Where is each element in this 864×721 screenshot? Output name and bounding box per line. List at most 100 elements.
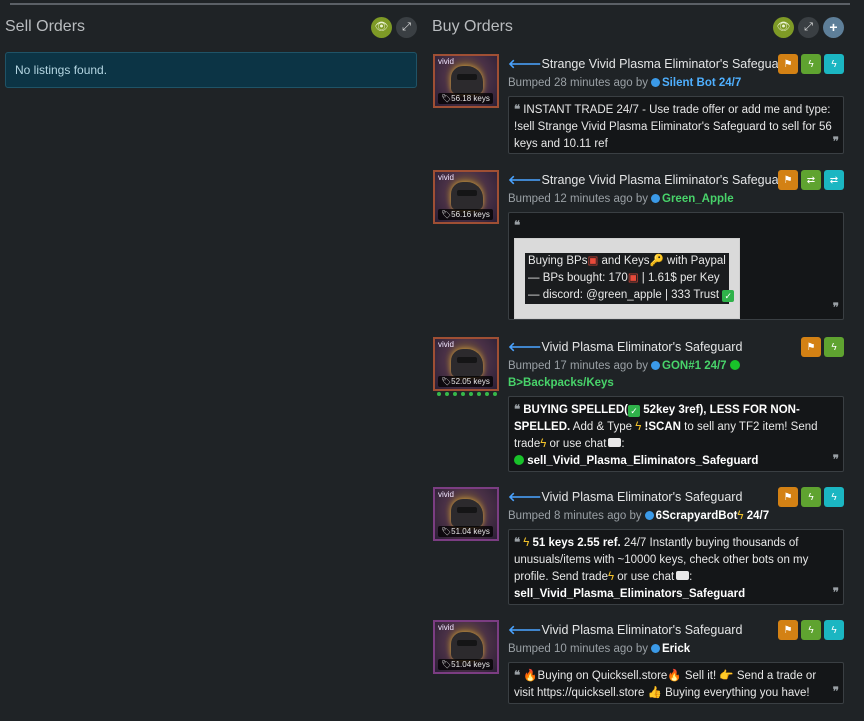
quote-open-icon: ❝ <box>514 104 521 116</box>
quote-close-icon: ❞ <box>832 454 839 466</box>
lightning-icon: ϟ <box>635 421 642 433</box>
user-status-icon <box>651 361 661 370</box>
user-link[interactable]: Erick <box>662 643 690 655</box>
eye-icon[interactable]: 👁 <box>371 16 392 38</box>
quote-open-icon: ❝ <box>514 220 521 232</box>
chat-icon <box>676 571 690 580</box>
helmet-icon <box>451 66 483 94</box>
price-tag: 🏷52.05 keys <box>438 376 493 387</box>
lightning-icon[interactable]: ϟ <box>824 54 844 74</box>
item-thumbnail[interactable]: vivid 🏷52.05 keys <box>433 337 499 391</box>
quality-label: vivid <box>438 57 455 66</box>
flag-icon[interactable]: ⚑ <box>801 337 821 357</box>
fire-icon: 🔥 <box>523 670 538 682</box>
bumped-info: Bumped 17 minutes ago by GON#1 24/7 <box>508 360 740 372</box>
add-icon[interactable]: + <box>823 16 844 38</box>
listing-description: ❝ INSTANT TRADE 24/7 - Use trade offer or… <box>508 96 844 154</box>
item-thumbnail[interactable]: vivid 🏷56.16 keys <box>433 170 499 224</box>
user-subtitle: B>Backpacks/Keys <box>508 377 614 389</box>
quality-label: vivid <box>438 490 455 499</box>
helmet-icon <box>451 349 483 377</box>
top-divider <box>10 3 850 5</box>
user-status-icon <box>651 78 661 87</box>
helmet-icon <box>451 182 483 210</box>
item-thumbnail[interactable]: vivid 🏷51.04 keys <box>433 487 499 541</box>
lightning-icon[interactable]: ϟ <box>801 620 821 640</box>
lightning-icon[interactable]: ϟ <box>801 487 821 507</box>
arrow-left-icon: 🡐 <box>508 490 542 504</box>
buy-orders-title: Buy Orders <box>432 18 513 35</box>
item-thumbnail[interactable]: vivid 🏷51.04 keys <box>433 620 499 674</box>
lightning-icon[interactable]: ϟ <box>824 337 844 357</box>
listing-actions: ⚑ ϟ ϟ <box>778 54 844 74</box>
key-icon: 🔑 <box>649 255 664 267</box>
listing-actions: ⚑ ϟ ϟ <box>778 620 844 640</box>
quote-open-icon: ❝ <box>514 670 521 682</box>
arrow-left-icon: 🡐 <box>508 173 542 187</box>
buy-orders-header: Buy Orders 👁 ⤢ + <box>432 14 844 40</box>
pointing-hand-icon: 👉 <box>719 670 734 682</box>
helmet-icon <box>451 499 483 527</box>
expand-icon[interactable]: ⤢ <box>396 16 417 38</box>
quote-close-icon: ❞ <box>832 302 839 314</box>
flag-icon[interactable]: ⚑ <box>778 54 798 74</box>
fire-icon: 🔥 <box>667 670 682 682</box>
item-name-link[interactable]: 🡐Vivid Plasma Eliminator's Safeguard <box>508 340 742 355</box>
user-status-icon <box>644 511 654 520</box>
user-status-icon <box>651 644 661 653</box>
price-tag: 🏷56.18 keys <box>438 93 493 104</box>
bumped-info: Bumped 28 minutes ago by Silent Bot 24/7 <box>508 77 742 89</box>
lightning-icon[interactable]: ϟ <box>801 54 821 74</box>
quality-label: vivid <box>438 173 455 182</box>
item-name-link[interactable]: 🡐Strange Vivid Plasma Eliminator's Safeg… <box>508 57 790 72</box>
listing-description: ❝ BUYING SPELLED(✓ 52key 3ref), LESS FOR … <box>508 396 844 472</box>
user-link[interactable]: GON#1 24/7 <box>662 360 727 372</box>
bumped-info: Bumped 8 minutes ago by 6ScrapyardBotϟ 24… <box>508 510 770 522</box>
thumbs-up-icon: 👍 <box>647 687 662 699</box>
arrow-left-icon: 🡐 <box>508 57 542 71</box>
exchange-icon[interactable]: ⇄ <box>801 170 821 190</box>
item-name-link[interactable]: 🡐Vivid Plasma Eliminator's Safeguard <box>508 490 742 505</box>
user-link[interactable]: Green_Apple <box>662 193 734 205</box>
quote-close-icon: ❞ <box>832 686 839 698</box>
listing-actions: ⚑ ϟ <box>801 337 844 357</box>
item-thumbnail[interactable]: vivid 🏷56.18 keys <box>433 54 499 108</box>
item-name-link[interactable]: 🡐Vivid Plasma Eliminator's Safeguard <box>508 623 742 638</box>
price-tag: 🏷51.04 keys <box>438 659 493 670</box>
user-link[interactable]: 6ScrapyardBot <box>656 510 738 522</box>
quote-open-icon: ❝ <box>514 404 521 416</box>
sell-orders-header: Sell Orders 👁 ⤢ <box>5 14 417 40</box>
no-listings-message: No listings found. <box>5 52 417 88</box>
backpack-icon: ▣ <box>627 272 639 284</box>
quote-close-icon: ❞ <box>832 136 839 148</box>
online-icon <box>514 455 524 465</box>
price-tag: 🏷51.04 keys <box>438 526 493 537</box>
flag-icon[interactable]: ⚑ <box>778 487 798 507</box>
quality-label: vivid <box>438 623 455 632</box>
quote-close-icon: ❞ <box>832 587 839 599</box>
spell-dots <box>434 392 500 396</box>
arrow-left-icon: 🡐 <box>508 340 542 354</box>
expand-icon[interactable]: ⤢ <box>798 16 819 38</box>
listing-description: ❝ ϟ 51 keys 2.55 ref. 24/7 Instantly buyi… <box>508 529 844 605</box>
user-status-icon <box>651 194 661 203</box>
listing-description: ❝ 🔥Buying on Quicksell.store🔥 Sell it! 👉 … <box>508 662 844 704</box>
lightning-icon[interactable]: ϟ <box>824 620 844 640</box>
exchange-icon[interactable]: ⇄ <box>824 170 844 190</box>
item-name-link[interactable]: 🡐Strange Vivid Plasma Eliminator's Safeg… <box>508 173 790 188</box>
sell-orders-panel: Sell Orders 👁 ⤢ No listings found. <box>5 14 417 88</box>
price-tag: 🏷56.16 keys <box>438 209 493 220</box>
backpack-icon: ▣ <box>587 255 599 267</box>
chat-icon <box>608 438 622 447</box>
flag-icon[interactable]: ⚑ <box>778 170 798 190</box>
buy-header-buttons: 👁 ⤢ + <box>773 16 844 38</box>
buy-orders-panel: Buy Orders 👁 ⤢ + <box>432 14 844 40</box>
lightning-icon[interactable]: ϟ <box>824 487 844 507</box>
sell-orders-title: Sell Orders <box>5 18 86 35</box>
online-icon <box>729 360 740 370</box>
bumped-info: Bumped 10 minutes ago by Erick <box>508 643 691 655</box>
eye-icon[interactable]: 👁 <box>773 16 794 38</box>
user-link[interactable]: Silent Bot 24/7 <box>662 77 741 89</box>
bumped-info: Bumped 12 minutes ago by Green_Apple <box>508 193 734 205</box>
flag-icon[interactable]: ⚑ <box>778 620 798 640</box>
